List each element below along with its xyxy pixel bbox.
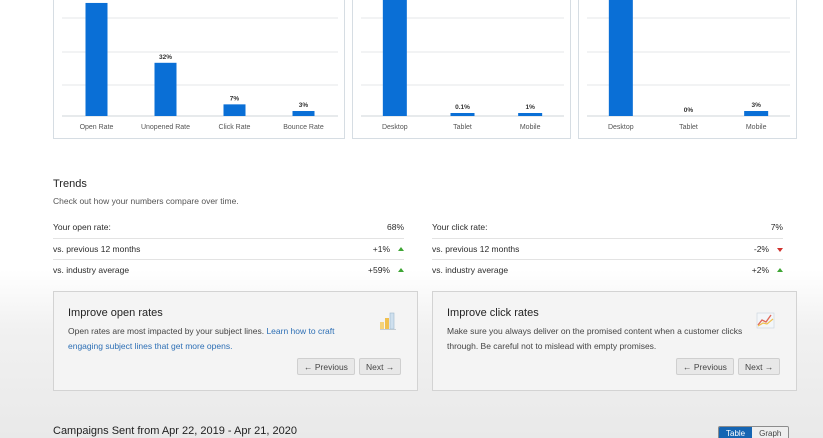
trends-subtitle: Check out how your numbers compare over …	[53, 196, 239, 206]
category-label: Bounce Rate	[283, 124, 324, 131]
previous-button[interactable]: ← Previous	[676, 358, 734, 375]
view-toggle: Table Graph	[718, 426, 790, 438]
card-body: Open rates are most impacted by your sub…	[68, 324, 368, 354]
next-button[interactable]: Next →	[359, 358, 402, 375]
stat-value: 7%	[770, 222, 783, 232]
stat-label: Your click rate:	[432, 222, 488, 232]
trend-chart-icon	[756, 312, 775, 329]
arrow-up-icon	[398, 268, 404, 272]
bar-chart-icon	[380, 312, 396, 330]
stat-label: vs. previous 12 months	[432, 243, 520, 254]
data-label: 1%	[525, 104, 535, 111]
open-rate-stats: Your open rate: 68% vs. previous 12 mont…	[53, 217, 404, 282]
bar	[518, 113, 543, 116]
data-label: 0%	[684, 107, 694, 114]
graph-view-button[interactable]: Graph	[752, 427, 789, 438]
engagement-bar-chart: 68% Open Rate 32% Unopened Rate 7% Click Rate…	[62, 0, 338, 131]
category-label: Unopened Rate	[141, 124, 190, 131]
data-label: 7%	[230, 95, 240, 102]
data-label: 68%	[90, 0, 103, 1]
data-label: 0.1%	[455, 104, 470, 111]
bar	[154, 62, 177, 116]
stat-label: Your open rate:	[53, 222, 111, 232]
category-label: Tablet	[679, 124, 698, 131]
stat-row: vs. industry average +2%	[432, 260, 783, 282]
stat-row: vs. previous 12 months -2%	[432, 239, 783, 260]
improve-click-rates-card: Improve click rates Make sure you always…	[432, 291, 797, 391]
data-label: 3%	[299, 102, 309, 109]
device-clicks-chart-panel: Desktop 0% Tablet 3% Mobile	[578, 0, 797, 139]
bar	[292, 111, 315, 116]
stat-value: -2%	[753, 243, 769, 254]
category-label: Tablet	[453, 124, 472, 131]
card-text: Open rates are most impacted by your sub…	[68, 326, 265, 336]
stat-value: +2%	[751, 265, 769, 275]
desktop-opens-chart-panel: Desktop 0.1% Tablet 1% Mobile	[352, 0, 571, 139]
stat-label: vs. industry average	[53, 265, 130, 275]
category-label: Open Rate	[80, 124, 114, 131]
card-title: Improve open rates	[68, 307, 163, 319]
card-text: Make sure you always deliver on the prom…	[447, 326, 743, 351]
category-label: Desktop	[382, 124, 408, 131]
card-body: Make sure you always deliver on the prom…	[447, 324, 747, 354]
arrow-up-icon	[777, 268, 783, 272]
stat-row: vs. previous 12 months +1%	[53, 239, 404, 260]
stat-row: vs. industry average +59%	[53, 260, 404, 282]
stat-label: vs. previous 12 months	[53, 243, 141, 254]
bar	[382, 0, 407, 116]
next-button[interactable]: Next →	[738, 358, 781, 375]
table-view-button[interactable]: Table	[719, 427, 753, 438]
trends-title: Trends	[53, 178, 87, 190]
bar	[85, 2, 108, 117]
data-label: 32%	[159, 54, 172, 61]
category-label: Mobile	[746, 124, 767, 131]
stat-value: 68%	[386, 222, 404, 232]
stat-value: +59%	[368, 265, 390, 275]
device-clicks-bar-chart: Desktop 0% Tablet 3% Mobile	[587, 0, 790, 131]
bar	[450, 113, 475, 116]
arrow-up-icon	[398, 246, 404, 251]
bar	[744, 111, 769, 116]
bar	[608, 0, 633, 116]
arrow-down-icon	[777, 247, 783, 252]
category-label: Desktop	[608, 124, 634, 131]
device-opens-bar-chart: Desktop 0.1% Tablet 1% Mobile	[361, 0, 564, 131]
click-rate-stats: Your click rate: 7% vs. previous 12 mont…	[432, 217, 783, 282]
previous-button[interactable]: ← Previous	[297, 358, 355, 375]
card-title: Improve click rates	[447, 307, 539, 319]
stat-value: +1%	[372, 243, 390, 254]
stat-label: vs. industry average	[432, 265, 509, 275]
data-label: 3%	[751, 102, 761, 109]
bar	[223, 104, 246, 116]
stat-row: Your open rate: 68%	[53, 217, 404, 239]
category-label: Mobile	[520, 124, 541, 131]
campaigns-title: Campaigns Sent from Apr 22, 2019 - Apr 2…	[53, 425, 297, 437]
engagement-chart-panel: 68% Open Rate 32% Unopened Rate 7% Click Rate…	[53, 0, 345, 139]
category-label: Click Rate	[219, 124, 251, 131]
improve-open-rates-card: Improve open rates Open rates are most i…	[53, 291, 418, 391]
stat-row: Your click rate: 7%	[432, 217, 783, 239]
